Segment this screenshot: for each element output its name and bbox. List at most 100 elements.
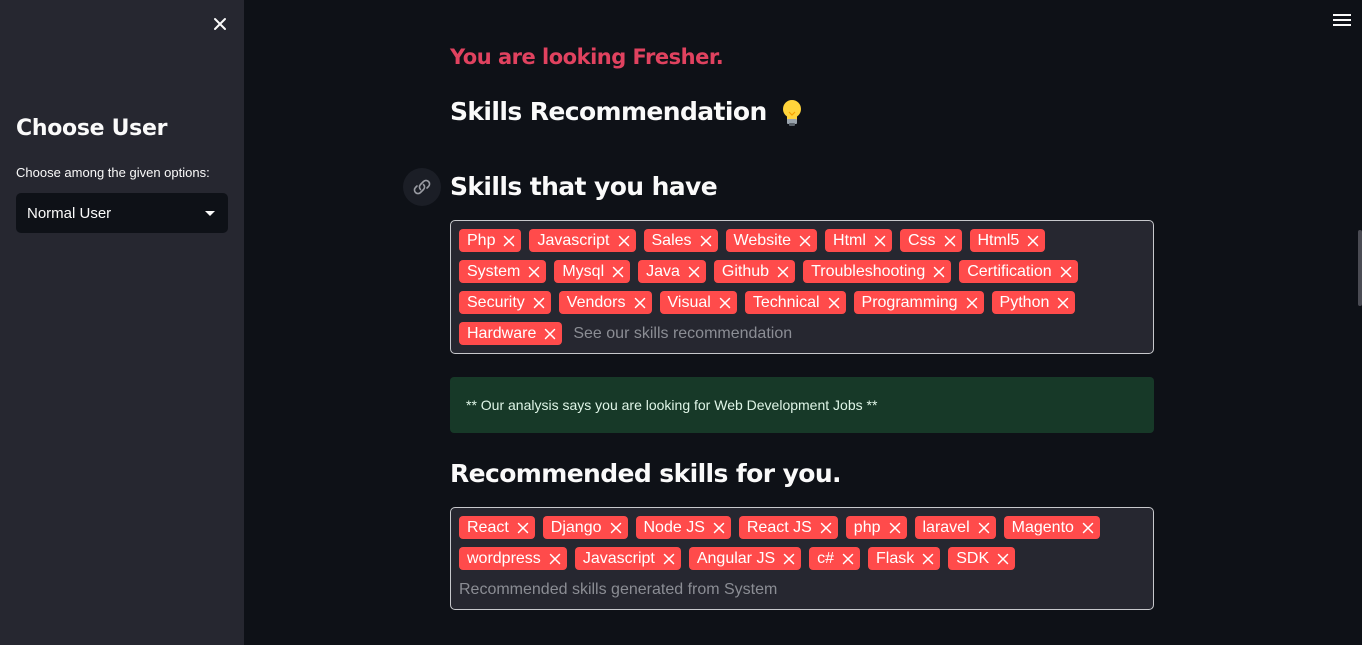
skill-tag-label: Flask	[876, 550, 915, 567]
skill-tag[interactable]: Certification	[959, 260, 1078, 283]
recommended-skills-multiselect[interactable]: React Django Node JS React JS php laravel Mage…	[450, 507, 1154, 610]
skill-tag-label: React JS	[746, 519, 812, 536]
remove-tag-icon[interactable]	[799, 235, 811, 247]
skill-tag[interactable]: Django	[542, 516, 628, 539]
skill-tag-label: Node JS	[643, 519, 705, 536]
skill-tag-label: Javascript	[582, 550, 655, 567]
remove-tag-icon[interactable]	[549, 553, 561, 565]
user-type-select[interactable]: Normal User	[16, 193, 228, 233]
remove-tag-icon[interactable]	[533, 297, 545, 309]
skill-tag-label: Css	[907, 232, 936, 249]
remove-tag-icon[interactable]	[700, 235, 712, 247]
remove-tag-icon[interactable]	[1082, 522, 1094, 534]
skill-tag-label: laravel	[922, 519, 970, 536]
remove-tag-icon[interactable]	[528, 266, 540, 278]
close-sidebar-icon[interactable]	[210, 14, 230, 34]
skill-tag[interactable]: c#	[809, 547, 861, 570]
skill-tag[interactable]: React	[459, 516, 535, 539]
scrollbar[interactable]	[1358, 230, 1362, 306]
remove-tag-icon[interactable]	[1027, 235, 1039, 247]
remove-tag-icon[interactable]	[777, 266, 789, 278]
remove-tag-icon[interactable]	[997, 553, 1009, 565]
anchor-link-button[interactable]	[403, 168, 441, 206]
remove-tag-icon[interactable]	[1057, 297, 1069, 309]
skill-tag[interactable]: Javascript	[574, 547, 681, 570]
recommended-skills-tag-list: React Django Node JS React JS php laravel Mage…	[459, 516, 1145, 578]
skill-tag[interactable]: Technical	[744, 291, 846, 314]
skill-tag[interactable]: SDK	[948, 547, 1016, 570]
skill-tag[interactable]: Css	[899, 229, 962, 252]
skill-tag[interactable]: laravel	[914, 516, 996, 539]
remove-tag-icon[interactable]	[922, 553, 934, 565]
skill-tag[interactable]: Visual	[659, 291, 737, 314]
skills-have-multiselect[interactable]: Php Javascript Sales Website Html Css Html5 Sys…	[450, 220, 1154, 354]
skill-tag[interactable]: php	[845, 516, 907, 539]
remove-tag-icon[interactable]	[517, 522, 529, 534]
skill-tag-label: Github	[721, 263, 770, 280]
skill-tag-label: Technical	[752, 294, 820, 311]
remove-tag-icon[interactable]	[933, 266, 945, 278]
remove-tag-icon[interactable]	[663, 553, 675, 565]
remove-tag-icon[interactable]	[842, 553, 854, 565]
remove-tag-icon[interactable]	[828, 297, 840, 309]
skill-tag-label: Programming	[861, 294, 958, 311]
remove-tag-icon[interactable]	[618, 235, 630, 247]
skills-recommendation-heading-text: Skills Recommendation	[450, 97, 767, 126]
skill-tag[interactable]: Flask	[868, 547, 941, 570]
skill-tag-label: Certification	[967, 263, 1052, 280]
skill-tag[interactable]: Html5	[969, 229, 1046, 252]
select-label: Choose among the given options:	[16, 165, 210, 180]
remove-tag-icon[interactable]	[1060, 266, 1072, 278]
remove-tag-icon[interactable]	[612, 266, 624, 278]
skill-tag[interactable]: React JS	[738, 516, 838, 539]
link-icon	[413, 179, 431, 195]
skill-tag[interactable]: Programming	[853, 291, 984, 314]
remove-tag-icon[interactable]	[889, 522, 901, 534]
skills-input-placeholder[interactable]: See our skills recommendation	[573, 322, 792, 345]
skill-tag[interactable]: Html	[825, 229, 892, 252]
skill-tag[interactable]: Python	[991, 291, 1076, 314]
skill-tag[interactable]: Magento	[1003, 516, 1100, 539]
remove-tag-icon[interactable]	[503, 235, 515, 247]
remove-tag-icon[interactable]	[978, 522, 990, 534]
skill-tag-label: Java	[646, 263, 680, 280]
remove-tag-icon[interactable]	[783, 553, 795, 565]
skill-tag[interactable]: Java	[638, 260, 706, 283]
skill-tag-label: Hardware	[467, 325, 537, 342]
skill-tag[interactable]: Javascript	[529, 229, 636, 252]
skill-tag-label: React	[467, 519, 509, 536]
skill-tag[interactable]: System	[459, 260, 547, 283]
skill-tag[interactable]: Website	[725, 229, 818, 252]
skill-tag-label: SDK	[956, 550, 990, 567]
skill-tag[interactable]: Php	[459, 229, 522, 252]
skill-tag[interactable]: Mysql	[554, 260, 631, 283]
remove-tag-icon[interactable]	[713, 522, 725, 534]
remove-tag-icon[interactable]	[820, 522, 832, 534]
skill-tag[interactable]: Troubleshooting	[803, 260, 952, 283]
skill-tag-label: Javascript	[537, 232, 610, 249]
skill-tag[interactable]: Security	[459, 291, 551, 314]
skill-tag-label: Php	[467, 232, 496, 249]
remove-tag-icon[interactable]	[688, 266, 700, 278]
hamburger-menu-icon[interactable]	[1333, 14, 1351, 32]
skill-tag-label: Html5	[977, 232, 1020, 249]
remove-tag-icon[interactable]	[634, 297, 646, 309]
skill-tag[interactable]: Angular JS	[688, 547, 802, 570]
skills-have-tag-list: Php Javascript Sales Website Html Css Html5 Sys…	[459, 229, 1145, 353]
remove-tag-icon[interactable]	[719, 297, 731, 309]
remove-tag-icon[interactable]	[966, 297, 978, 309]
skill-tag[interactable]: Sales	[643, 229, 718, 252]
remove-tag-icon[interactable]	[544, 328, 556, 340]
remove-tag-icon[interactable]	[944, 235, 956, 247]
skill-tag[interactable]: Github	[713, 260, 796, 283]
skill-tag[interactable]: Hardware	[459, 322, 563, 345]
skill-tag-label: Troubleshooting	[811, 263, 926, 280]
experience-level-text: You are looking Fresher.	[450, 45, 724, 69]
remove-tag-icon[interactable]	[610, 522, 622, 534]
skills-recommendation-heading: Skills Recommendation	[450, 97, 803, 127]
skill-tag[interactable]: Node JS	[635, 516, 731, 539]
skill-tag[interactable]: Vendors	[558, 291, 652, 314]
skill-tag-label: c#	[817, 550, 835, 567]
skill-tag[interactable]: wordpress	[459, 547, 567, 570]
remove-tag-icon[interactable]	[874, 235, 886, 247]
